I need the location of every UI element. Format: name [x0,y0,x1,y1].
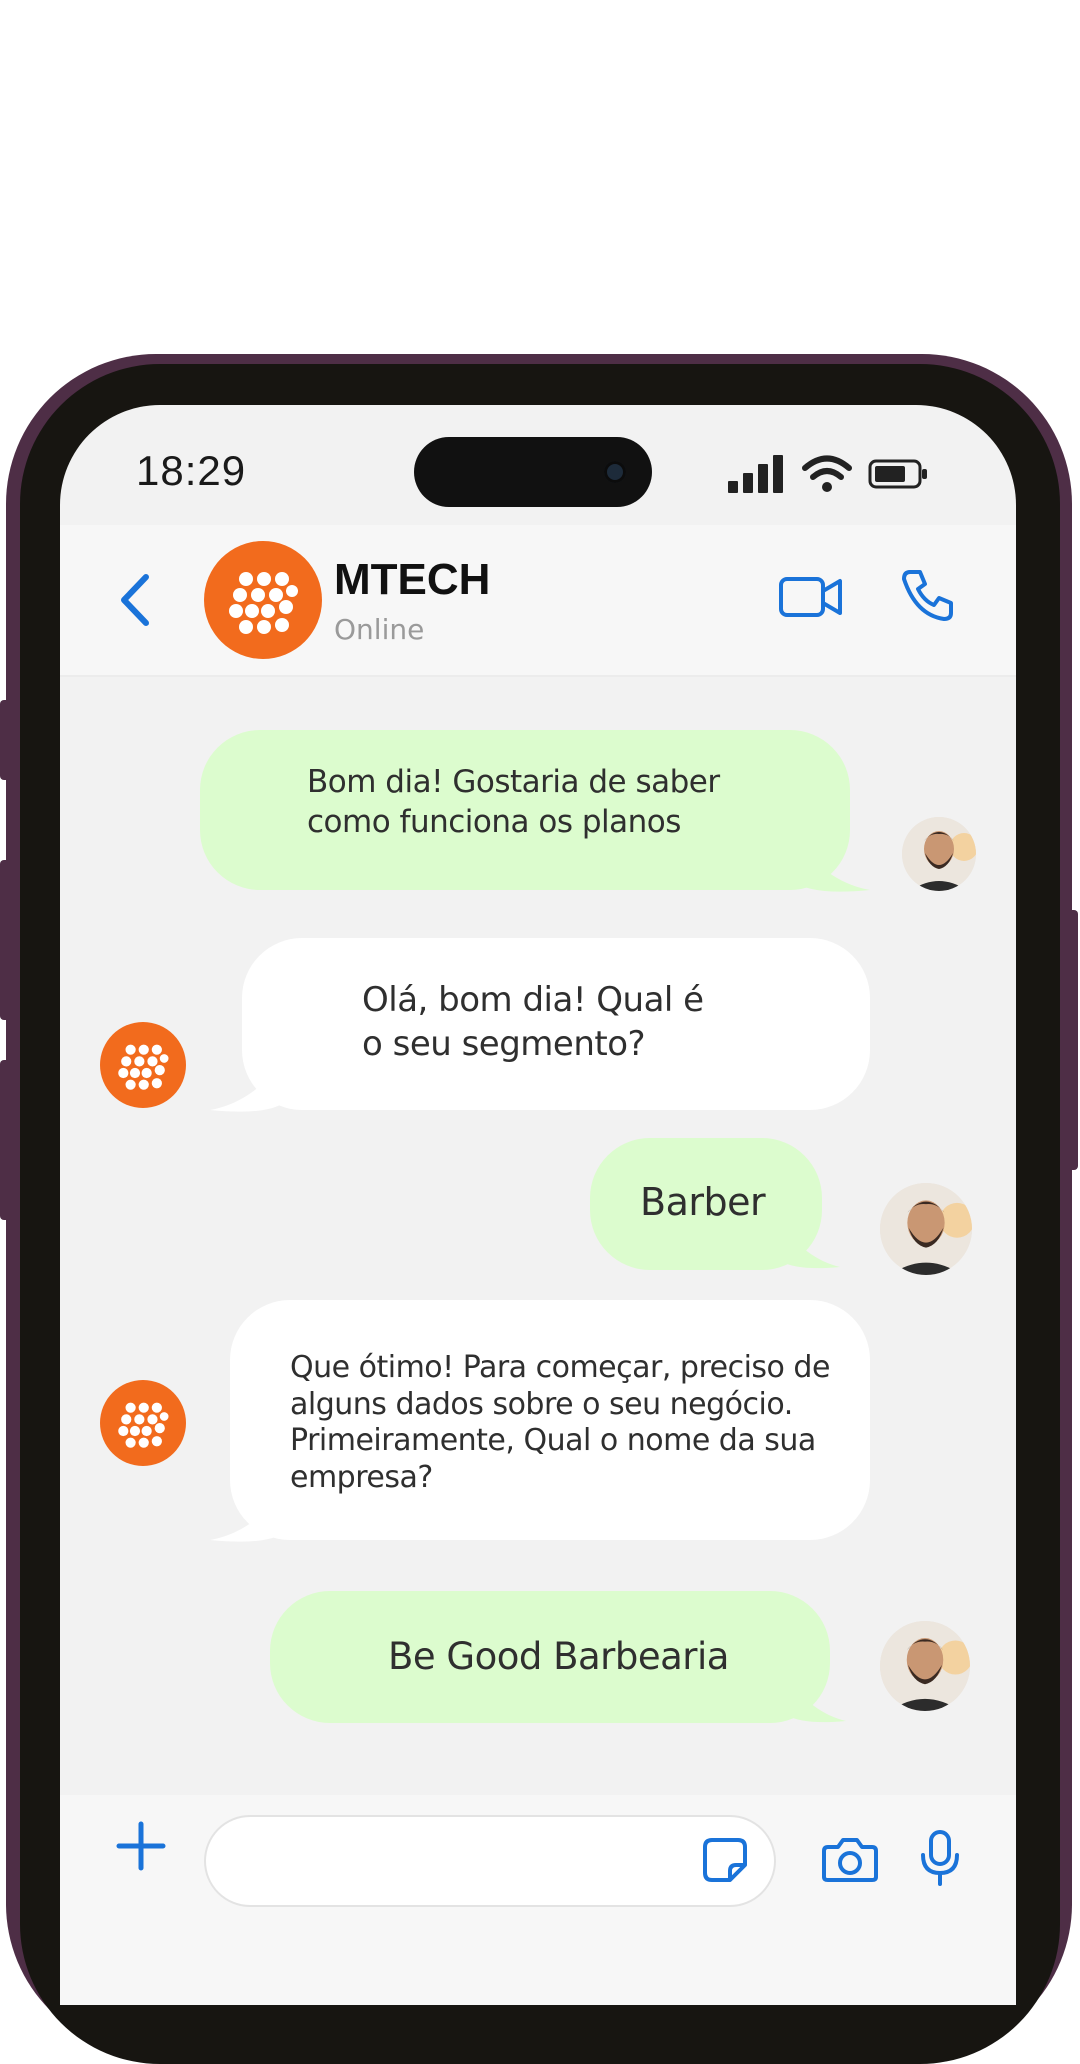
status-icons [728,455,928,493]
message-text: Olá, bom dia! Qual é [362,980,704,1020]
wifi-icon [802,455,852,492]
chat-header: MTECH Online [60,525,1016,677]
message-input-bar [60,1795,1016,2005]
message-text: o seu segmento? [362,1024,646,1065]
user-avatar[interactable] [880,1621,970,1711]
message-bubble-user[interactable]: Be Good Barbearia [270,1591,830,1723]
brand-logo-icon [229,572,298,634]
message-text: Primeiramente, Qual o nome da sua [290,1423,816,1459]
front-camera-icon [604,461,626,483]
contact-status: Online [334,613,425,646]
message-text: Be Good Barbearia [388,1635,729,1678]
message-bubble-user[interactable]: Bom dia! Gostaria de saber como funciona… [200,730,850,890]
message-text: alguns dados sobre o seu negócio. [290,1386,793,1422]
message-bubble-bot[interactable]: Que ótimo! Para começar, preciso de algu… [230,1300,870,1540]
message-text: Que ótimo! Para começar, preciso de [290,1350,830,1385]
phone-screen: 18:29 MTECH Online Bom dia! Gostaria de … [60,405,1016,2005]
user-avatar[interactable] [902,817,976,891]
bot-avatar[interactable] [100,1022,186,1108]
microphone-icon[interactable] [920,1829,960,1887]
message-input[interactable] [204,1815,776,1907]
brand-logo-icon [118,1402,169,1448]
video-call-icon[interactable] [778,573,844,621]
user-avatar[interactable] [880,1183,972,1275]
contact-name: MTECH [334,555,491,604]
phone-side-button [1068,910,1078,1170]
bubble-tail [780,1223,840,1269]
message-text: Bom dia! Gostaria de saber [307,764,720,800]
message-bubble-bot[interactable]: Olá, bom dia! Qual é o seu segmento? [242,938,870,1110]
message-text: empresa? [290,1459,433,1495]
plus-icon[interactable] [116,1821,166,1871]
phone-side-button [0,700,10,780]
user-photo-icon [880,1183,972,1275]
battery-icon [868,459,927,489]
status-time: 18:29 [136,447,247,494]
dynamic-island [414,437,652,507]
bubble-tail [786,1677,846,1723]
brand-logo-icon [118,1044,169,1090]
sticker-icon[interactable] [702,1837,748,1883]
bubble-tail [800,845,870,892]
user-photo-icon [880,1621,970,1711]
camera-icon[interactable] [822,1835,878,1883]
back-icon[interactable] [118,573,152,627]
phone-call-icon[interactable] [900,567,956,623]
phone-side-button [0,860,10,1020]
message-text: Barber [640,1180,766,1224]
signal-icon [728,455,783,493]
user-photo-icon [902,817,976,891]
phone-side-button [0,1060,10,1220]
bubble-tail [210,1065,280,1112]
message-text: como funciona os planos [307,804,681,841]
bubble-tail [210,1495,280,1542]
bot-avatar[interactable] [100,1380,186,1466]
contact-avatar[interactable] [204,541,322,659]
